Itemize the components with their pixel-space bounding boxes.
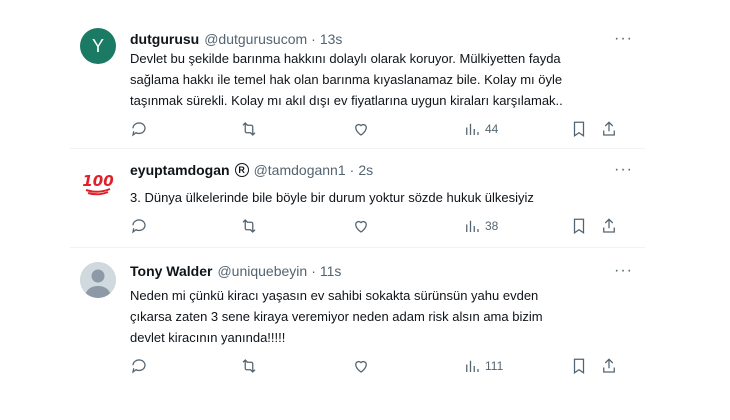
- tweet-text: 3. Dünya ülkelerinde bile böyle bir duru…: [130, 187, 630, 208]
- more-icon[interactable]: ···: [614, 160, 633, 180]
- tweet-text: Devlet bu şekilde barınma hakkını dolayl…: [130, 48, 630, 111]
- reply-icon: [132, 219, 146, 234]
- views-icon: [466, 220, 479, 232]
- share-icon: [603, 121, 615, 136]
- timestamp[interactable]: 13s: [320, 31, 343, 47]
- tweet-actions: 44: [130, 119, 630, 139]
- tweet-text-line: çıkarsa zaten 3 sene kiraya veremiyor ne…: [130, 309, 543, 324]
- bookmark-button[interactable]: [570, 356, 588, 376]
- hundred-points-icon: 100: [82, 172, 114, 196]
- timestamp[interactable]: 2s: [358, 162, 373, 178]
- like-icon: [355, 220, 367, 233]
- reply-button[interactable]: [130, 216, 148, 236]
- bookmark-icon: [573, 218, 585, 234]
- share-icon: [603, 218, 615, 233]
- tweet-text: Neden mi çünkü kiracı yaşasın ev sahibi …: [130, 285, 630, 348]
- avatar[interactable]: [80, 262, 116, 298]
- share-button[interactable]: [600, 356, 618, 376]
- tweet-feed: Y dutgurusu @dutgurusucom · 13s ··· Devl…: [70, 0, 645, 420]
- display-name[interactable]: dutgurusu: [130, 31, 199, 47]
- retweet-button[interactable]: [240, 356, 258, 376]
- tweet[interactable]: 100 eyuptamdogan R @tamdogann1 · 2s ··· …: [70, 148, 645, 247]
- views-count: 111: [485, 359, 504, 373]
- user-handle[interactable]: @tamdogann1: [254, 162, 346, 178]
- retweet-button[interactable]: [240, 216, 258, 236]
- like-button[interactable]: [352, 216, 370, 236]
- bookmark-icon: [573, 358, 585, 374]
- like-icon: [355, 360, 367, 373]
- views-button[interactable]: 44: [463, 119, 498, 139]
- tweet-text-line: Neden mi çünkü kiracı yaşasın ev sahibi …: [130, 288, 539, 303]
- tweet-actions: 111: [130, 356, 630, 376]
- separator-dot: ·: [349, 162, 355, 178]
- tweet[interactable]: Y dutgurusu @dutgurusucom · 13s ··· Devl…: [70, 0, 645, 148]
- svg-text:100: 100: [82, 172, 113, 190]
- bookmark-button[interactable]: [570, 119, 588, 139]
- views-count: 44: [485, 122, 499, 136]
- like-button[interactable]: [352, 356, 370, 376]
- share-button[interactable]: [600, 119, 618, 139]
- views-icon: [466, 360, 479, 372]
- registered-badge-icon: R: [234, 163, 249, 177]
- avatar-letter: Y: [91, 35, 104, 56]
- views-button[interactable]: 38: [463, 216, 498, 236]
- tweet-text-line: sağlama hakkı ile temel hak olan barınma…: [130, 72, 563, 87]
- retweet-button[interactable]: [240, 119, 258, 139]
- tweet-header: Tony Walder @uniquebeyin · 11s ···: [130, 261, 637, 281]
- timestamp[interactable]: 11s: [320, 263, 342, 279]
- default-profile-icon: [80, 262, 116, 298]
- retweet-icon: [242, 359, 256, 373]
- bookmark-button[interactable]: [570, 216, 588, 236]
- retweet-icon: [242, 122, 256, 136]
- reply-icon: [132, 359, 146, 374]
- tweet-text-line: Devlet bu şekilde barınma hakkını dolayl…: [130, 51, 561, 66]
- user-handle[interactable]: @dutgurusucom: [204, 31, 307, 47]
- display-name[interactable]: Tony Walder: [130, 263, 212, 279]
- share-icon: [603, 358, 615, 373]
- tweet-text-line: taşınmak sürekli. Kolay mı akıl dışı ev …: [130, 93, 563, 108]
- retweet-icon: [242, 219, 256, 233]
- share-button[interactable]: [600, 216, 618, 236]
- reply-button[interactable]: [130, 356, 148, 376]
- tweet-header: dutgurusu @dutgurusucom · 13s ···: [130, 29, 637, 49]
- views-icon: [466, 123, 479, 135]
- bookmark-icon: [573, 121, 585, 137]
- avatar[interactable]: Y: [80, 28, 116, 64]
- views-button[interactable]: 111: [463, 356, 503, 376]
- tweet-text-line: devlet kiracının yanında!!!!!: [130, 330, 286, 345]
- avatar[interactable]: 100: [80, 163, 116, 199]
- like-icon: [355, 123, 367, 136]
- display-name[interactable]: eyuptamdogan: [130, 162, 230, 178]
- reply-button[interactable]: [130, 119, 148, 139]
- separator-dot: ·: [311, 31, 316, 47]
- more-icon[interactable]: ···: [614, 29, 633, 49]
- user-handle[interactable]: @uniquebeyin: [217, 263, 307, 279]
- tweet-actions: 38: [130, 216, 630, 236]
- tweet[interactable]: Tony Walder @uniquebeyin · 11s ··· Neden…: [70, 247, 645, 420]
- tweet-text-line: 3. Dünya ülkelerinde bile böyle bir duru…: [130, 190, 534, 205]
- reply-icon: [132, 122, 146, 137]
- more-icon[interactable]: ···: [614, 261, 633, 281]
- tweet-header: eyuptamdogan R @tamdogann1 · 2s ···: [130, 160, 637, 180]
- like-button[interactable]: [352, 119, 370, 139]
- views-count: 38: [485, 219, 499, 233]
- separator-dot: ·: [311, 263, 316, 279]
